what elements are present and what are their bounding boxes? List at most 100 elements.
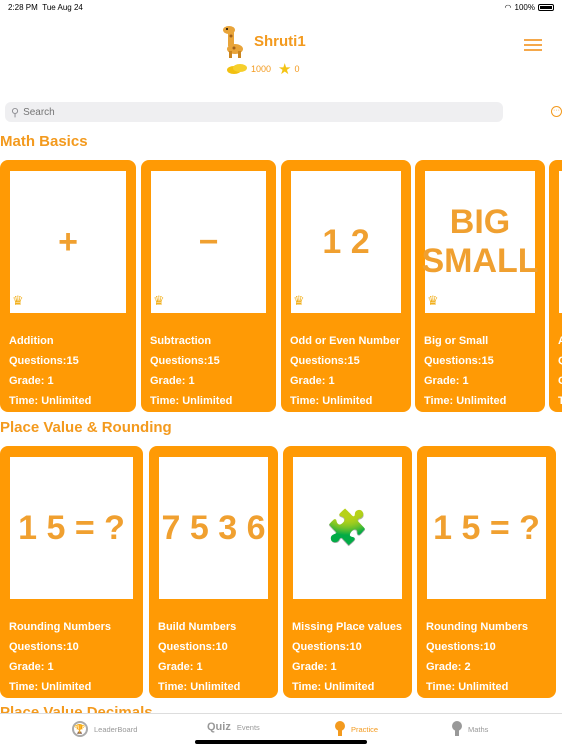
quiz-title: Missing Place values	[292, 621, 403, 633]
quiz-title: Addition	[9, 335, 54, 347]
bulb-icon	[335, 721, 345, 736]
quiz-title: Odd or Even Number	[290, 335, 401, 347]
user-stats: 1000 ★ 0	[226, 60, 300, 78]
quiz-grade: Grade: 1	[150, 375, 195, 387]
tab-label: Maths	[468, 724, 489, 734]
coins-count: 1000	[251, 64, 272, 74]
quiz-time: Time: Unlimited	[9, 395, 92, 407]
quiz-questions: Questions:10	[9, 641, 79, 653]
tab-label: Practice	[351, 724, 379, 734]
crown-icon: ♛	[153, 293, 165, 308]
illustration-art: −	[198, 222, 219, 261]
quiz-grade: Grade: 1	[158, 661, 203, 673]
quiz-questions: Questions:15	[9, 355, 79, 367]
quiz-illustration: 1 5 = ?	[10, 457, 133, 599]
profile[interactable]: Shruti1	[220, 24, 306, 58]
quiz-time: Time: Unlimited	[158, 681, 241, 693]
search-icon: ⚲	[11, 106, 20, 119]
tab-label: Events	[236, 722, 260, 732]
quiz-title: A	[558, 335, 562, 347]
quiz-grade: Grade: 1	[290, 375, 335, 387]
quiz-illustration: 1 2 ♛	[291, 171, 401, 313]
quiz-illustration: + ♛	[10, 171, 126, 313]
home-indicator	[195, 740, 367, 744]
illustration-art: 1 5 = ?	[18, 508, 125, 547]
quiz-grade: Grade: 1	[292, 661, 337, 673]
search-input[interactable]	[23, 106, 466, 118]
quiz-questions: Questions:10	[292, 641, 362, 653]
quiz-title: Rounding Numbers	[9, 621, 112, 633]
crown-icon: ♛	[12, 293, 24, 308]
username: Shruti1	[254, 32, 306, 50]
quiz-questions: Q	[558, 351, 562, 371]
time: 2:28 PM	[8, 3, 38, 12]
coins-icon	[227, 64, 247, 74]
quiz-title: Subtraction	[150, 335, 212, 347]
quiz-questions: Questions:15	[290, 355, 360, 367]
quiz-time: Time: Unlimited	[290, 395, 373, 407]
quiz-questions: Questions:10	[158, 641, 228, 653]
stars-count: 0	[294, 64, 300, 74]
quiz-time: T	[558, 395, 562, 407]
search-bar[interactable]: ⚲	[5, 102, 503, 122]
quiz-time: Time: Unlimited	[424, 395, 507, 407]
tab-maths[interactable]: Maths	[452, 721, 488, 737]
quiz-illustration: BIG SMALL ♛	[421, 171, 539, 313]
quiz-time: Time: Unlimited	[292, 681, 375, 693]
illustration-art: 7 5 3 6	[161, 508, 266, 547]
quiz-questions: Questions:15	[150, 355, 220, 367]
trophy-icon: 🏆	[72, 721, 88, 737]
more-options-button[interactable]: ···	[551, 106, 562, 117]
quiz-card[interactable]: 1 2 ♛ Odd or Even Number Questions:15 Grade…	[281, 160, 411, 412]
quiz-questions: Questions:10	[426, 641, 496, 653]
quiz-card[interactable]: − ♛ Subtraction Questions:15 Grade: 1 Time: …	[141, 160, 276, 412]
quiz-grade: G	[558, 371, 562, 391]
quiz-illustration: 1 5 = ?	[427, 457, 546, 599]
quiz-illustration: 🧩	[293, 457, 402, 599]
date: Tue Aug 24	[42, 3, 83, 12]
quiz-grade: Grade: 1	[9, 661, 54, 673]
tab-bar: 🏆 LeaderBoard Quiz Events Practice Maths	[0, 713, 562, 750]
quiz-card[interactable]: ♛ AQGT	[549, 160, 562, 412]
tab-label: LeaderBoard	[94, 724, 138, 734]
quiz-time: Time: Unlimited	[150, 395, 233, 407]
quiz-grade: Grade: 1	[9, 375, 54, 387]
quiz-grade: Grade: 2	[426, 661, 471, 673]
quiz-time: Time: Unlimited	[426, 681, 509, 693]
hamburger-menu-button[interactable]	[524, 39, 542, 54]
quiz-grade: Grade: 1	[424, 375, 469, 387]
battery-icon	[538, 4, 554, 11]
quiz-questions: Questions:15	[424, 355, 494, 367]
crown-icon: ♛	[293, 293, 305, 308]
star-icon: ★	[278, 61, 292, 78]
status-bar: 2:28 PM Tue Aug 24 ◠ 100%	[8, 3, 554, 12]
quiz-card[interactable]: 1 5 = ? Rounding Numbers Questions:10 Grad…	[0, 446, 143, 698]
section-title: Math Basics	[0, 133, 88, 150]
quiz-card[interactable]: 7 5 3 6 Build Numbers Questions:10 Grade: …	[149, 446, 278, 698]
tab-leaderboard[interactable]: 🏆 LeaderBoard	[72, 721, 137, 737]
giraffe-avatar	[223, 26, 243, 58]
quiz-title: Rounding Numbers	[426, 621, 529, 633]
quiz-card[interactable]: 1 5 = ? Rounding Numbers Questions:10 Grad…	[417, 446, 556, 698]
tab-practice[interactable]: Practice	[335, 721, 378, 737]
bulb-icon	[452, 721, 462, 736]
quiz-card[interactable]: + ♛ Addition Questions:15 Grade: 1 Time: Unl…	[0, 160, 136, 412]
section-title: Place Value & Rounding	[0, 419, 172, 436]
illustration-art: 1 2	[322, 222, 370, 261]
battery-text: 100%	[514, 3, 535, 12]
illustration-art: 1 5 = ?	[433, 508, 540, 547]
illustration-art: BIG SMALL	[421, 203, 539, 280]
quiz-card[interactable]: 🧩 Missing Place values Questions:10 Grade:…	[283, 446, 412, 698]
quiz-illustration: 7 5 3 6	[159, 457, 268, 599]
quiz-title: Big or Small	[424, 335, 489, 347]
quiz-time: Time: Unlimited	[9, 681, 92, 693]
wifi-icon: ◠	[504, 3, 512, 12]
crown-icon: ♛	[427, 293, 439, 308]
quiz-icon: Quiz	[207, 721, 231, 733]
quiz-card[interactable]: BIG SMALL ♛ Big or Small Questions:15 Grade…	[415, 160, 545, 412]
illustration-art: 🧩	[326, 509, 369, 547]
tab-events[interactable]: Quiz Events	[207, 721, 260, 733]
illustration-art: +	[58, 222, 78, 261]
quiz-title: Build Numbers	[158, 621, 237, 633]
quiz-illustration: − ♛	[151, 171, 266, 313]
